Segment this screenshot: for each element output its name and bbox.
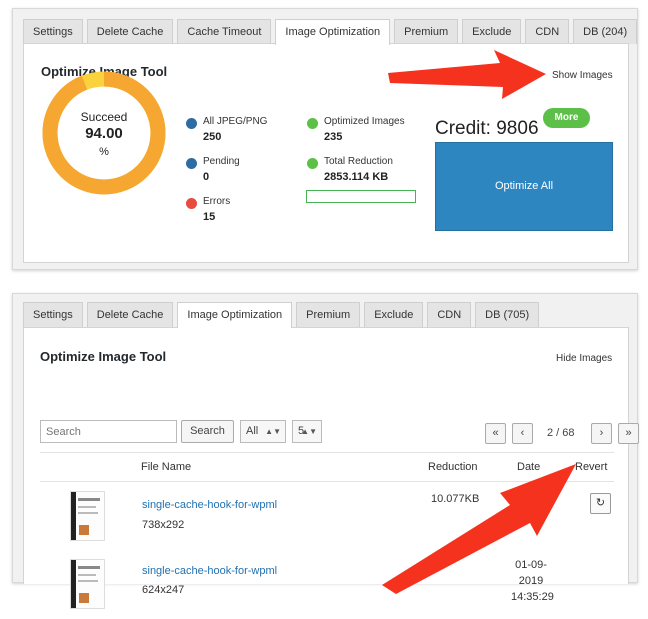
optimize-image-tool-panel: Optimize Image Tool Show Images Succeed … [23,43,629,263]
stat-reduction-value: 2853.114 KB [324,171,389,183]
tab-db[interactable]: DB (705) [475,302,540,327]
select-arrows-icon: ▲▼ [301,427,317,436]
tab-delete-cache[interactable]: Delete Cache [86,302,174,327]
file-dimensions: 738x292 [142,519,185,531]
credit-balance: Credit: 9806 [435,118,539,139]
file-dimensions: 624x247 [142,584,185,596]
optimize-all-button[interactable]: Optimize All [435,142,613,231]
stat-pending-value: 0 [203,171,210,183]
date-line: 01-09- [515,559,547,571]
hide-images-link[interactable]: Hide Images [556,353,612,364]
stat-errors-dot [186,198,197,209]
filter-select-value: All [246,425,259,437]
last-page-button[interactable]: » [618,423,639,444]
tab-delete-cache[interactable]: Delete Cache [86,19,174,44]
tab-cdn[interactable]: CDN [525,19,570,44]
image-thumbnail [70,559,105,609]
tab-exclude[interactable]: Exclude [462,19,522,44]
prev-page-button[interactable]: ‹ [512,423,533,444]
table-header: File Name Reduction Date Revert [40,452,614,482]
tab-image-optimization[interactable]: Image Optimization [275,19,391,45]
stat-errors-label: Errors [203,196,231,207]
tab-premium[interactable]: Premium [296,302,361,327]
optimization-progress-bar [306,190,416,203]
panel-title: Optimize Image Tool [40,349,167,364]
date-line: 14:35:29 [511,591,554,603]
thumb-sidebar [71,492,76,540]
page-indicator: 2 / 68 [547,427,575,439]
stat-all-label: All JPEG/PNG [203,116,268,127]
donut-label: Succeed [80,110,128,124]
tab-premium[interactable]: Premium [394,19,459,44]
date-line: 2019 [518,575,544,587]
date-value: 01-09- 2019 14:35:29 [511,557,554,605]
more-button[interactable]: More [543,108,590,128]
thumb-line [78,580,98,582]
file-name-link[interactable]: single-cache-hook-for-wpml [142,565,277,577]
col-date: Date [517,461,541,473]
stat-pending-dot [186,158,197,169]
col-revert: Revert [575,461,608,473]
thumb-image [79,525,89,535]
thumb-heading [78,566,100,569]
filter-select[interactable]: All ▲▼ [240,420,286,443]
tab-cdn[interactable]: CDN [427,302,472,327]
col-file-name: File Name [141,461,192,473]
stat-pending-label: Pending [203,156,240,167]
date-value: 01-09- [511,493,551,509]
col-reduction: Reduction [428,461,478,473]
stat-all-value: 250 [203,131,222,143]
thumb-line [78,574,96,576]
select-arrows-icon: ▲▼ [265,427,281,436]
stat-all-dot [186,118,197,129]
donut-unit: % [99,146,109,158]
image-optimization-panel-top: Settings Delete Cache Cache Timeout Imag… [12,8,638,270]
tab-image-optimization[interactable]: Image Optimization [177,302,293,328]
tab-settings[interactable]: Settings [23,302,83,327]
file-name-link[interactable]: single-cache-hook-for-wpml [142,499,277,511]
tab-exclude[interactable]: Exclude [364,302,424,327]
tab-bar: Settings Delete Cache Cache Timeout Imag… [23,19,638,45]
tab-bar: Settings Delete Cache Image Optimization… [23,302,540,328]
thumb-line [78,512,98,514]
reduction-value: 4.0 [431,559,447,571]
search-input[interactable] [40,420,177,443]
per-page-select[interactable]: 5 ▲▼ [292,420,322,443]
stat-optimized-value: 235 [324,131,343,143]
stat-errors-value: 15 [203,211,216,223]
first-page-button[interactable]: « [485,423,506,444]
stat-optimized-dot [307,118,318,129]
revert-button[interactable]: ↻ [590,493,611,514]
thumb-sidebar [71,560,76,608]
table-row: single-cache-hook-for-wpml 738x292 10.07… [40,483,614,551]
tab-cache-timeout[interactable]: Cache Timeout [177,19,272,44]
reduction-value: 10.077KB [431,493,480,505]
date-line: 01-09- [515,495,547,507]
next-page-button[interactable]: › [591,423,612,444]
thumb-line [78,506,96,508]
tab-settings[interactable]: Settings [23,19,83,44]
search-button[interactable]: Search [181,420,234,443]
thumb-heading [78,498,100,501]
show-images-link[interactable]: Show Images [552,70,613,81]
stat-reduction-dot [307,158,318,169]
stat-optimized-label: Optimized Images [324,116,405,127]
optimize-image-tool-panel: Optimize Image Tool Hide Images Search A… [23,327,639,609]
thumb-image [79,593,89,603]
image-thumbnail [70,491,105,541]
donut-value: 94.00 [85,125,123,142]
stat-reduction-label: Total Reduction [324,156,393,167]
image-optimization-panel-bottom: Settings Delete Cache Image Optimization… [12,293,639,609]
tab-db[interactable]: DB (204) [573,19,638,44]
